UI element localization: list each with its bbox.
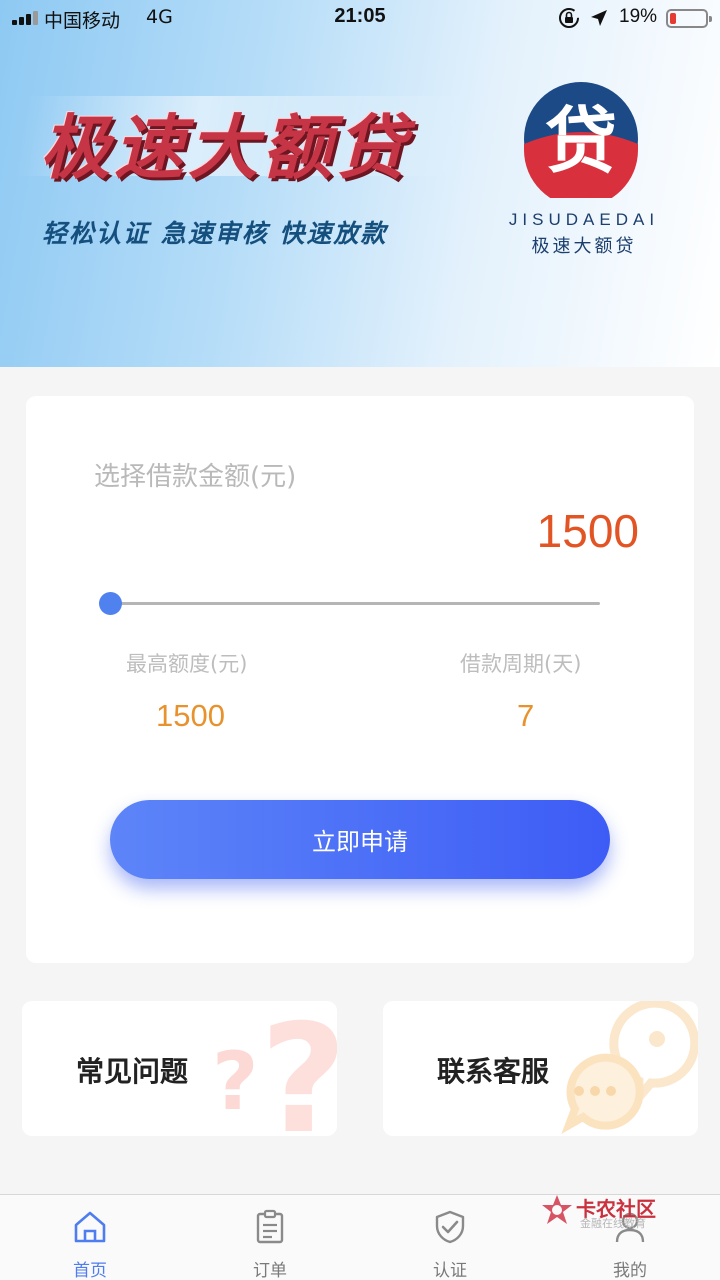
term-value: 7	[517, 698, 535, 733]
tab-home[interactable]: 首页	[30, 1195, 150, 1280]
svg-text:?: ?	[260, 1001, 337, 1136]
brand-logo-icon: 贷	[524, 82, 638, 198]
amount-slider-track[interactable]	[110, 602, 600, 605]
status-time: 21:05	[334, 5, 386, 27]
amount-slider-thumb[interactable]	[99, 592, 122, 615]
brand-logo-name: 极速大额贷	[531, 236, 637, 257]
battery-icon	[666, 9, 712, 28]
customer-service-card[interactable]: 联系客服	[383, 1001, 698, 1136]
max-limit-label: 最高额度(元)	[126, 652, 248, 676]
question-mark-icon: ? ?	[212, 1001, 337, 1136]
shield-check-icon	[435, 1210, 465, 1244]
watermark-logo-icon	[542, 1195, 572, 1224]
location-arrow-icon	[591, 10, 607, 26]
banner-slogan: 轻松认证 急速审核 快速放款	[42, 219, 388, 248]
customer-service-label: 联系客服	[437, 1055, 550, 1088]
tab-home-label: 首页	[73, 1261, 107, 1280]
tab-orders[interactable]: 订单	[210, 1195, 330, 1280]
loan-card: 选择借款金额(元) 1500 最高额度(元) 1500 借款周期(天) 7 立即…	[26, 396, 694, 963]
amount-value: 1500	[536, 505, 639, 557]
brand-logo-glyph: 贷	[545, 99, 617, 183]
status-bar: 中国移动 4G 21:05 19%	[0, 0, 720, 36]
orientation-lock-icon	[559, 8, 579, 28]
svg-text:?: ?	[212, 1035, 258, 1128]
chat-bubble-icon	[561, 1001, 698, 1134]
banner[interactable]: 极速大额贷 轻松认证 急速审核 快速放款 贷 JISUDAEDAI 极速大额贷	[0, 0, 720, 367]
tab-verification-label: 认证	[433, 1261, 467, 1280]
faq-card[interactable]: ? ? 常见问题	[22, 1001, 337, 1136]
amount-label: 选择借款金额(元)	[94, 462, 297, 492]
home-icon	[74, 1211, 106, 1243]
term-label: 借款周期(天)	[460, 652, 582, 676]
tab-orders-label: 订单	[253, 1261, 287, 1280]
order-icon	[256, 1209, 284, 1244]
banner-title: 极速大额贷	[40, 106, 410, 189]
brand-logo-pinyin: JISUDAEDAI	[508, 210, 660, 229]
tab-profile-label: 我的	[613, 1261, 647, 1280]
watermark-subtitle: 金融在线教育	[580, 1217, 646, 1230]
watermark: 卡农社区 金融在线教育	[540, 1193, 690, 1233]
tab-verification[interactable]: 认证	[390, 1195, 510, 1280]
faq-label: 常见问题	[76, 1055, 189, 1088]
battery-percent: 19%	[619, 6, 658, 27]
apply-now-button[interactable]: 立即申请	[110, 800, 610, 879]
battery-level-fill	[670, 13, 676, 24]
max-limit-value: 1500	[156, 698, 225, 733]
